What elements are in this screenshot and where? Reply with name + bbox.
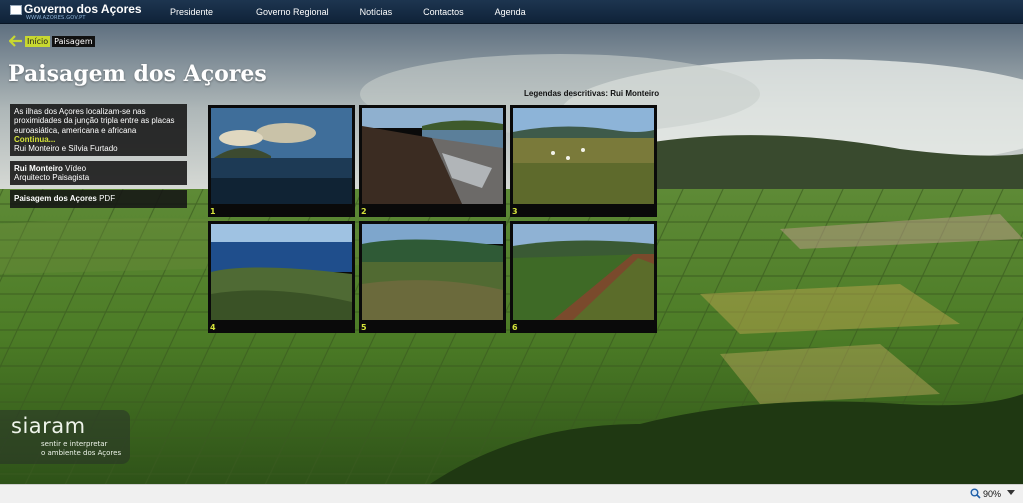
breadcrumb-current: Paisagem [52,35,95,47]
siaram-tagline-2: o ambiente dos Açores [41,449,122,457]
zoom-control[interactable]: 90% [970,488,1001,499]
continue-link[interactable]: Continua... [14,135,183,144]
siaram-wordmark: siaram [11,414,86,438]
thumbnail-number: 5 [361,323,367,332]
magnifier-icon [970,488,981,499]
grassy-ridge-photo-icon [513,224,654,320]
photo-thumbnail-1[interactable]: 1 [208,105,355,217]
lava-rock-shore-photo-icon [362,108,503,204]
photo-thumbnail-4[interactable]: 4 [208,221,355,333]
thumbnail-number: 1 [210,207,216,216]
photo-thumbnail-3[interactable]: 3 [510,105,657,217]
green-hills-photo-icon [362,224,503,320]
photo-thumbnail-6[interactable]: 6 [510,221,657,333]
browser-status-bar: 90% [0,484,1023,503]
pdf-type: PDF [99,194,116,203]
chevron-down-icon[interactable] [1007,490,1015,495]
breadcrumb: Início Paisagem [9,35,95,47]
breadcrumb-home-link[interactable]: Início [25,35,51,47]
video-author: Rui Monteiro [14,164,63,173]
thumbnail-number: 3 [512,207,518,216]
nav-item-noticias[interactable]: Notícias [360,0,393,24]
nav-item-presidente[interactable]: Presidente [170,0,213,24]
logo-url: WWW.AZORES.GOV.PT [26,15,86,21]
siaram-logo[interactable]: siaram sentir e interpretar o ambiente d… [0,410,130,464]
nav-item-governo-regional[interactable]: Governo Regional [256,0,329,24]
main-nav: Presidente Governo Regional Notícias Con… [170,0,526,24]
top-navigation-bar: Governo dos Açores WWW.AZORES.GOV.PT Pre… [0,0,1023,24]
thumbnail-number: 4 [210,323,216,332]
logo-title: Governo dos Açores [24,2,142,16]
nav-item-contactos[interactable]: Contactos [423,0,464,24]
pdf-title: Paisagem dos Açores [14,194,97,203]
thumbnail-number: 2 [361,207,367,216]
intro-box: As ilhas dos Açores localizam-se nas pro… [10,104,187,156]
flag-icon [10,5,22,15]
video-author-role: Arquitecto Paisagista [14,173,90,183]
video-box[interactable]: Rui Monteiro Vídeo Arquitecto Paisagista [10,161,187,185]
video-type: Vídeo [65,164,87,173]
coastline-bay-photo-icon [211,224,352,320]
coastal-island-photo-icon [211,108,352,204]
page-title: Paisagem dos Açores [8,61,267,87]
photo-thumbnail-5[interactable]: 5 [359,221,506,333]
pdf-box[interactable]: Paisagem dos Açores PDF [10,190,187,208]
photo-thumbnail-2[interactable]: 2 [359,105,506,217]
intro-text: As ilhas dos Açores localizam-se nas pro… [14,107,175,135]
nav-item-agenda[interactable]: Agenda [495,0,526,24]
meadow-flowers-photo-icon [513,108,654,204]
intro-authors: Rui Monteiro e Sílvia Furtado [14,144,118,154]
captions-credit: Legendas descritivas: Rui Monteiro [524,89,660,98]
zoom-level: 90% [982,488,1001,499]
siaram-tagline-1: sentir e interpretar [41,440,108,448]
back-arrow-icon[interactable] [9,35,23,47]
thumbnail-number: 6 [512,323,518,332]
